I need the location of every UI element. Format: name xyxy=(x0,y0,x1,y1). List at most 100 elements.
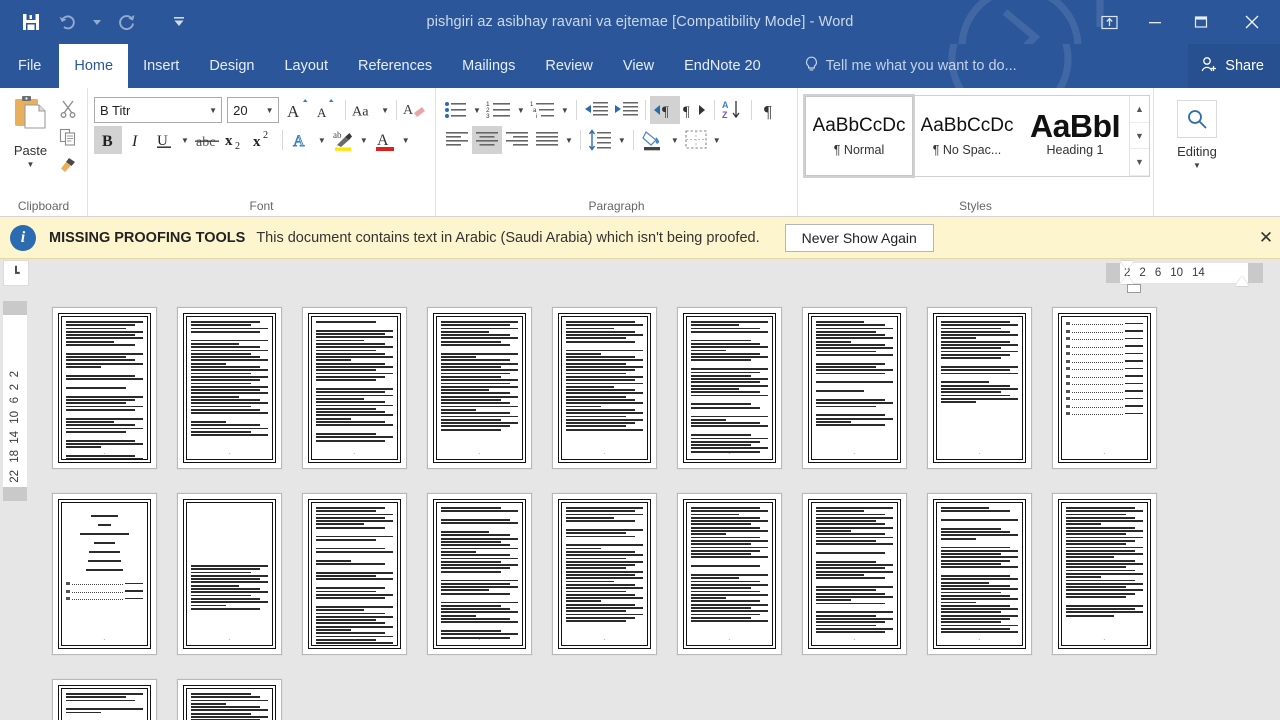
vertical-ruler[interactable]: 22 18 14 10 6 2 2 xyxy=(3,315,27,487)
shading-icon[interactable] xyxy=(638,126,668,154)
page-thumbnail[interactable]: - xyxy=(1052,493,1157,655)
restore-icon[interactable] xyxy=(1178,0,1224,44)
change-case-icon[interactable]: Aa xyxy=(350,96,379,124)
tab-review[interactable]: Review xyxy=(530,44,608,88)
borders-dropdown-icon[interactable]: ▼ xyxy=(710,136,724,145)
underline-icon[interactable]: U xyxy=(150,126,178,154)
page-thumbnail[interactable]: - xyxy=(302,493,407,655)
superscript-icon[interactable]: x2 xyxy=(250,126,278,154)
grow-font-icon[interactable]: A xyxy=(285,96,313,124)
styles-scroll-down-icon[interactable]: ▼ xyxy=(1130,123,1149,150)
show-formatting-marks-icon[interactable]: ¶ xyxy=(756,96,784,124)
shading-dropdown-icon[interactable]: ▼ xyxy=(668,136,682,145)
shrink-font-icon[interactable]: A xyxy=(313,96,341,124)
tab-mailings[interactable]: Mailings xyxy=(447,44,530,88)
multilevel-list-icon[interactable]: 1 a i xyxy=(528,96,558,124)
page-thumbnail[interactable]: - xyxy=(177,679,282,720)
first-line-indent-marker[interactable] xyxy=(1120,261,1134,270)
numbering-dropdown-icon[interactable]: ▼ xyxy=(514,106,528,115)
page-thumbnail[interactable]: - xyxy=(677,493,782,655)
format-painter-icon[interactable] xyxy=(55,152,81,178)
page-thumbnail[interactable]: - xyxy=(552,307,657,469)
bold-icon[interactable]: B xyxy=(94,126,122,154)
style-normal[interactable]: AaBbCcDc ¶ Normal xyxy=(803,94,915,178)
styles-more-icon[interactable]: ▼ xyxy=(1130,149,1149,177)
page-thumbnail[interactable]: - xyxy=(1052,307,1157,469)
page-thumbnail[interactable]: - xyxy=(927,307,1032,469)
tab-stop-selector[interactable]: ┗ xyxy=(3,260,29,286)
tab-design[interactable]: Design xyxy=(194,44,269,88)
cut-icon[interactable] xyxy=(55,96,81,122)
line-spacing-dropdown-icon[interactable]: ▼ xyxy=(615,136,629,145)
underline-dropdown-icon[interactable]: ▼ xyxy=(178,136,192,145)
text-effects-dropdown-icon[interactable]: ▼ xyxy=(315,136,329,145)
undo-icon[interactable] xyxy=(50,7,84,37)
notification-close-icon[interactable]: ✕ xyxy=(1256,228,1276,248)
bullets-icon[interactable] xyxy=(442,96,470,124)
decrease-indent-icon[interactable] xyxy=(581,96,611,124)
page-thumbnail[interactable]: - xyxy=(302,307,407,469)
page-thumbnail[interactable]: - xyxy=(677,307,782,469)
text-highlight-color-icon[interactable]: ab xyxy=(329,126,357,154)
ribbon-display-options-icon[interactable] xyxy=(1086,0,1132,44)
font-name-dropdown-icon[interactable]: ▼ xyxy=(205,106,221,115)
redo-icon[interactable] xyxy=(110,7,144,37)
font-color-dropdown-icon[interactable]: ▼ xyxy=(399,136,413,145)
align-left-icon[interactable] xyxy=(442,126,472,154)
style-no-spacing[interactable]: AaBbCcDc ¶ No Spac... xyxy=(913,96,1021,176)
close-icon[interactable] xyxy=(1224,0,1280,44)
rtl-text-direction-icon[interactable]: ¶ xyxy=(649,96,680,124)
multilevel-dropdown-icon[interactable]: ▼ xyxy=(558,106,572,115)
editing-dropdown-icon[interactable]: ▼ xyxy=(1193,162,1201,170)
styles-scrollbar[interactable]: ▲ ▼ ▼ xyxy=(1129,96,1149,177)
undo-dropdown-icon[interactable] xyxy=(86,7,108,37)
font-name-input[interactable]: B Titr ▼ xyxy=(94,97,223,123)
numbering-icon[interactable]: 1 2 3 xyxy=(484,96,514,124)
font-color-icon[interactable]: A xyxy=(371,126,399,154)
minimize-icon[interactable] xyxy=(1132,0,1178,44)
page-thumbnail[interactable]: - xyxy=(52,679,157,720)
page-thumbnail[interactable]: - xyxy=(802,307,907,469)
customize-qat-icon[interactable] xyxy=(162,7,196,37)
editing-button[interactable]: Editing ▼ xyxy=(1177,92,1217,197)
never-show-again-button[interactable]: Never Show Again xyxy=(784,223,934,252)
font-size-input[interactable]: 20 ▼ xyxy=(227,97,279,123)
right-indent-marker[interactable] xyxy=(1235,276,1249,286)
font-size-dropdown-icon[interactable]: ▼ xyxy=(262,106,278,115)
text-effects-icon[interactable]: A xyxy=(287,126,315,154)
document-workspace[interactable]: 22 18 14 10 6 2 2 - - - - - - - - - - - - - - - - - - - - xyxy=(0,293,1280,720)
save-icon[interactable] xyxy=(14,7,48,37)
borders-icon[interactable] xyxy=(682,126,710,154)
justify-icon[interactable] xyxy=(532,126,562,154)
tab-file[interactable]: File xyxy=(0,44,59,88)
align-right-icon[interactable] xyxy=(502,126,532,154)
tell-me-search[interactable]: Tell me what you want to do... xyxy=(790,44,1027,88)
tab-layout[interactable]: Layout xyxy=(269,44,343,88)
italic-icon[interactable]: I xyxy=(122,126,150,154)
left-indent-marker[interactable] xyxy=(1127,284,1141,293)
paste-dropdown-icon[interactable]: ▼ xyxy=(27,161,35,169)
paste-button[interactable]: Paste ▼ xyxy=(6,92,55,197)
page-thumbnail[interactable]: - xyxy=(52,307,157,469)
horizontal-ruler[interactable]: 2 2 6 10 14 xyxy=(1120,263,1248,283)
clear-formatting-icon[interactable]: A xyxy=(401,96,429,124)
highlight-dropdown-icon[interactable]: ▼ xyxy=(357,136,371,145)
page-thumbnail[interactable]: - xyxy=(52,493,157,655)
ltr-text-direction-icon[interactable]: ¶ xyxy=(680,96,710,124)
style-heading-1[interactable]: AaBbI Heading 1 xyxy=(1021,96,1129,176)
share-button[interactable]: Share xyxy=(1188,44,1280,88)
find-search-icon[interactable] xyxy=(1177,100,1217,138)
page-thumbnail[interactable]: - xyxy=(552,493,657,655)
styles-scroll-up-icon[interactable]: ▲ xyxy=(1130,96,1149,123)
line-spacing-icon[interactable] xyxy=(585,126,615,154)
tab-view[interactable]: View xyxy=(608,44,669,88)
page-thumbnail-grid[interactable]: - - - - - - - - - - - - - - - - - - - - xyxy=(52,307,1262,720)
tab-endnote[interactable]: EndNote 20 xyxy=(669,44,776,88)
page-thumbnail[interactable]: - xyxy=(927,493,1032,655)
align-center-icon[interactable] xyxy=(472,126,502,154)
page-thumbnail[interactable]: - xyxy=(427,493,532,655)
hanging-indent-marker[interactable] xyxy=(1120,275,1134,284)
strikethrough-icon[interactable]: abc xyxy=(192,126,222,154)
page-thumbnail[interactable]: - xyxy=(427,307,532,469)
justify-dropdown-icon[interactable]: ▼ xyxy=(562,136,576,145)
